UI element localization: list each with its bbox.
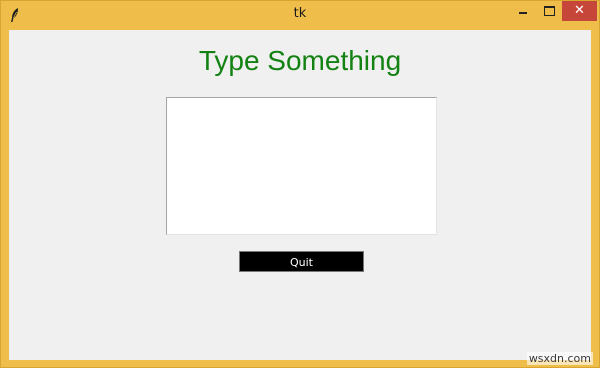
- minimize-button[interactable]: [510, 1, 536, 21]
- watermark-text: wsxdn.com: [526, 352, 593, 365]
- text-input-area[interactable]: [166, 97, 437, 235]
- app-window: tk ✕ Type Something Quit wsxdn.com: [0, 0, 600, 368]
- close-icon: ✕: [574, 3, 585, 18]
- page-title: Type Something: [198, 45, 402, 76]
- quit-button[interactable]: Quit: [239, 251, 364, 272]
- window-client-area: Type Something Quit: [9, 30, 591, 360]
- minimize-icon: [519, 12, 527, 14]
- close-button[interactable]: ✕: [562, 1, 597, 21]
- title-bar[interactable]: tk ✕: [1, 1, 599, 29]
- maximize-button[interactable]: [536, 1, 562, 21]
- maximize-icon: [544, 6, 555, 16]
